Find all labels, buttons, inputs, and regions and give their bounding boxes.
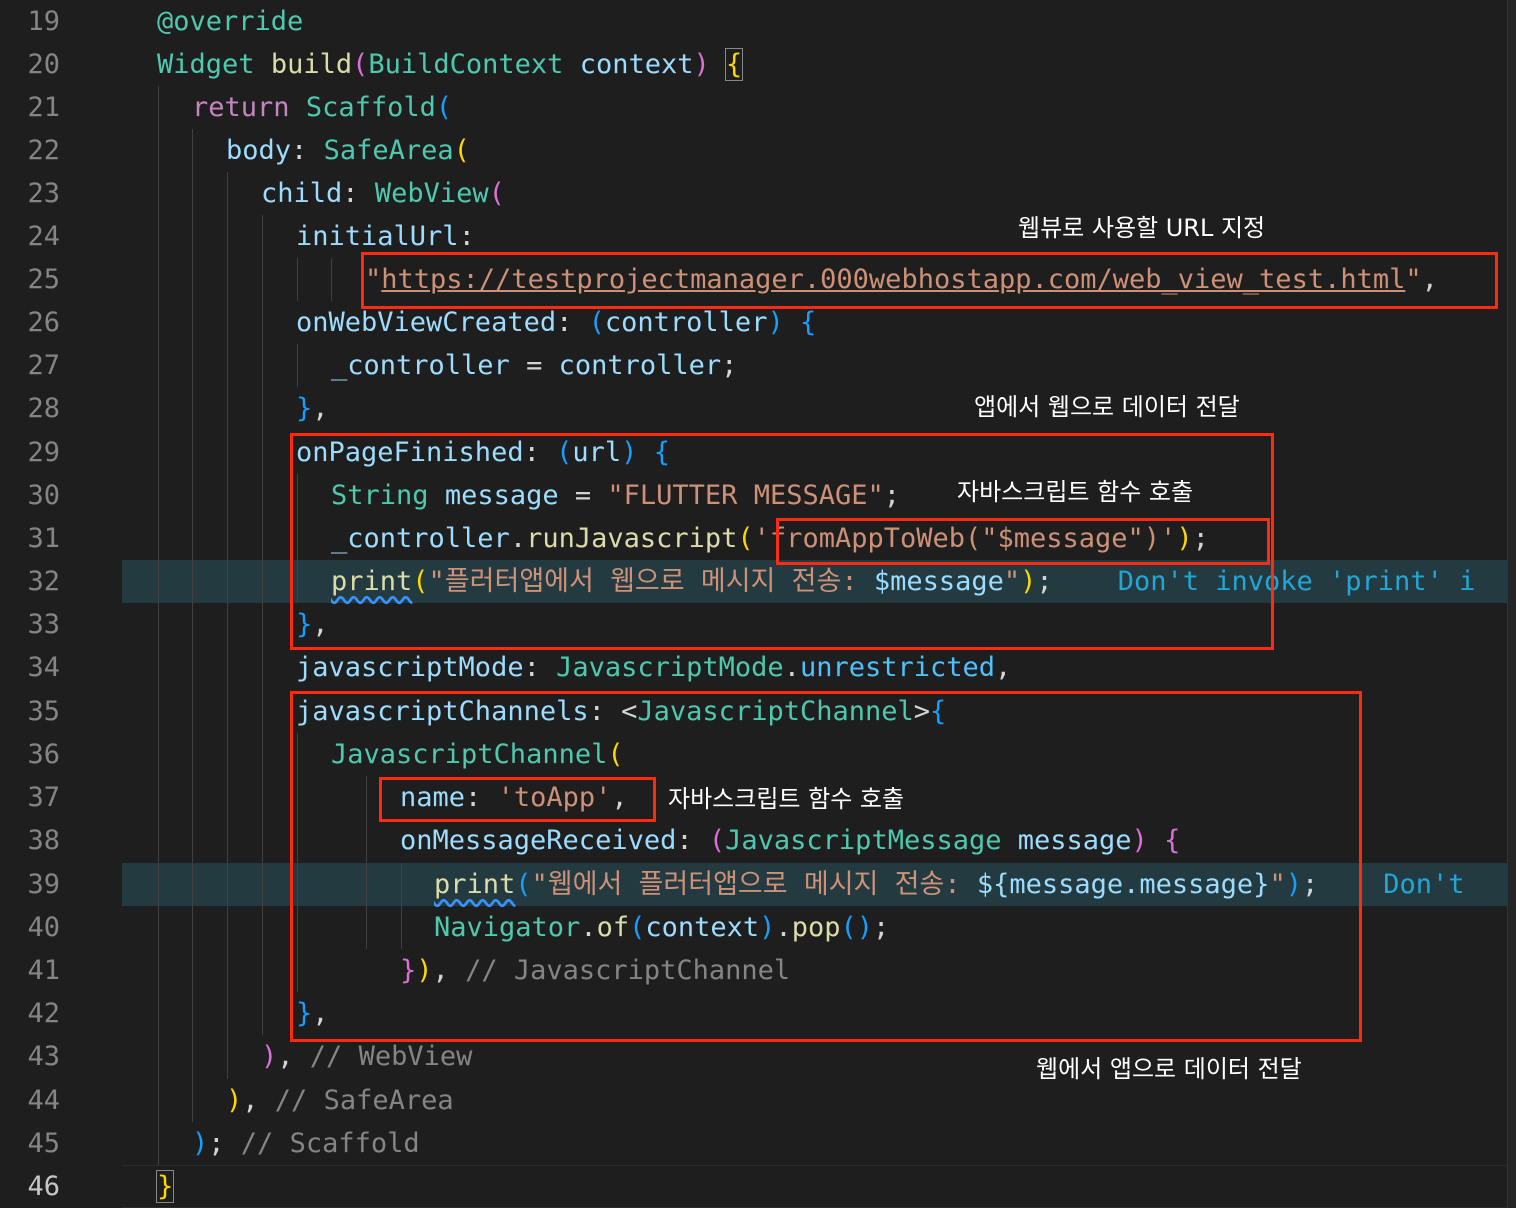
line-number: 19 [27, 6, 60, 37]
app-to-web-note: 앱에서 웹으로 데이터 전달 [974, 393, 1240, 421]
line-number: 35 [27, 696, 60, 727]
vertical-scrollbar[interactable] [1507, 0, 1516, 1208]
line-number: 32 [27, 566, 60, 597]
code-line-45: ); // Scaffold [192, 1128, 420, 1159]
url-note: 웹뷰로 사용할 URL 지정 [1018, 214, 1266, 242]
code-line-46: } [155, 1170, 175, 1203]
js-call-note: 자바스크립트 함수 호출 [668, 785, 905, 813]
line-number: 25 [27, 264, 60, 295]
code-line-21: return Scaffold( [192, 92, 453, 123]
channel-name-highlight-box [379, 777, 656, 822]
line-number: 24 [27, 221, 60, 252]
line-number: 29 [27, 437, 60, 468]
js-call-note: 자바스크립트 함수 호출 [957, 478, 1194, 506]
line-number: 30 [27, 480, 60, 511]
line-number-current: 46 [27, 1171, 60, 1202]
line-number: 34 [27, 652, 60, 683]
code-line-22: body: SafeArea( [226, 135, 470, 166]
line-number: 31 [27, 523, 60, 554]
url-highlight-box [361, 252, 1498, 309]
line-number: 37 [27, 782, 60, 813]
code-line-19: @override [157, 6, 304, 37]
web-to-app-note: 웹에서 앱으로 데이터 전달 [1036, 1055, 1302, 1083]
inline-lint-warning[interactable]: Don't [1383, 869, 1464, 900]
code-line-44: ), // SafeArea [226, 1085, 454, 1116]
line-number: 39 [27, 869, 60, 900]
line-number: 28 [27, 393, 60, 424]
line-number: 43 [27, 1041, 60, 1072]
code-line-34: javascriptMode: JavascriptMode.unrestric… [296, 652, 1012, 683]
line-number: 45 [27, 1128, 60, 1159]
code-line-23: child: WebView( [261, 178, 505, 209]
line-number: 41 [27, 955, 60, 986]
line-number: 23 [27, 178, 60, 209]
line-number: 27 [27, 350, 60, 381]
code-line-20: Widget build(BuildContext context) { [157, 48, 744, 81]
line-number: 36 [27, 739, 60, 770]
line-number: 33 [27, 609, 60, 640]
line-number: 22 [27, 135, 60, 166]
code-line-28: }, [296, 393, 329, 424]
line-number: 38 [27, 825, 60, 856]
line-number: 26 [27, 307, 60, 338]
run-javascript-highlight-box [776, 518, 1270, 565]
line-number: 20 [27, 49, 60, 80]
line-number-gutter: 19 20 21 22 23 24 25 26 27 28 29 30 31 3… [0, 0, 122, 1208]
line-number: 21 [27, 92, 60, 123]
line-number: 40 [27, 912, 60, 943]
line-number: 44 [27, 1085, 60, 1116]
code-line-27: _controller = controller; [331, 350, 738, 381]
javascript-channels-highlight-box [290, 691, 1362, 1042]
line-number: 42 [27, 998, 60, 1029]
